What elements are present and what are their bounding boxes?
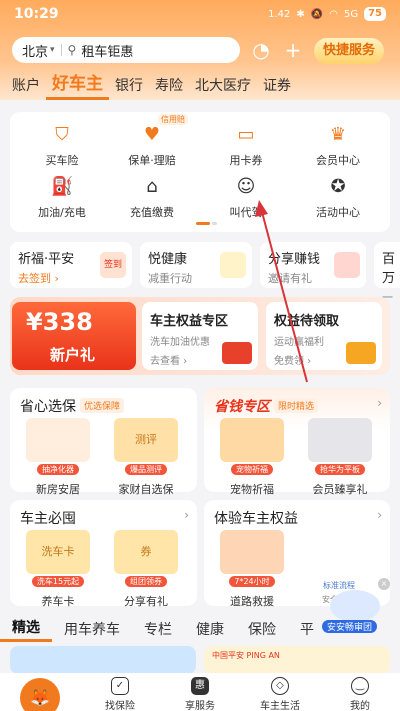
feed-tab-featured[interactable]: 精选 (0, 616, 52, 642)
driver-icon: ☺ (236, 176, 256, 197)
tab-bank[interactable]: 银行 (109, 75, 149, 95)
hui-icon: 惠 (191, 677, 209, 695)
ticket-icon: ▭ (237, 124, 255, 145)
section-owner-must-have[interactable]: 车主必囤 › 洗车卡 洗车15元起 养车卡 券组团领券 分享有礼 (10, 500, 197, 609)
section-title: 省心选保 (20, 399, 76, 415)
fuel-pump-icon: ⛽ (51, 176, 74, 197)
section-save-money[interactable]: 省钱专区 限时精选 › 宠物祈福 宠物祈福 抢华为平板 会员臻享礼 (204, 388, 390, 496)
owner-benefits-box[interactable]: 车主权益专区 洗车加油优惠 去查看 › (142, 302, 258, 370)
crown-icon: ♛ (329, 124, 347, 145)
close-icon[interactable]: × (378, 578, 390, 590)
network-type: 5G (343, 8, 359, 20)
gift-art (334, 252, 360, 278)
tab-good-car-owner[interactable]: 好车主 (46, 70, 109, 100)
top-tabs: 账户 好车主 银行 寿险 北大医疗 证券 (0, 70, 400, 100)
compass-icon: ◇ (271, 677, 289, 695)
feed-tab-more[interactable]: 平 (288, 619, 326, 639)
section-title: 体验车主权益 (214, 511, 298, 527)
chevron-down-icon: ▾ (50, 45, 55, 55)
new-user-gift[interactable]: ¥338 新户礼 (12, 302, 136, 370)
hand-heart-icon: ♥ (143, 124, 161, 145)
section-title: 省钱专区 (214, 399, 270, 415)
item-member-gift[interactable]: 抢华为平板 会员臻享礼 (300, 418, 380, 497)
status-time: 10:29 (14, 6, 59, 22)
item-new-home[interactable]: 抽净化器 新房安居 (18, 418, 98, 497)
quick-service-button[interactable]: 快捷服务 (314, 38, 384, 64)
sign-in-art: 签到 (100, 252, 126, 278)
pending-benefits-box[interactable]: 权益待领取 运动赢福利 免费领 › (266, 302, 382, 370)
grid-designated-driver[interactable]: ☺ 叫代驾 (206, 176, 286, 220)
section-title: 车主必囤 (20, 511, 76, 527)
pager-dot (212, 222, 217, 225)
gift-label: 新户礼 (50, 346, 96, 364)
bluetooth-icon: ✱ (296, 8, 305, 20)
chevron-right-icon: › (184, 508, 189, 522)
search-placeholder: 租车钜惠 (81, 44, 134, 60)
message-icon[interactable]: ◔ (250, 39, 272, 61)
grid-coupons[interactable]: ▭ 用卡券 (206, 124, 286, 168)
battery-indicator: 75 (364, 7, 386, 21)
grid-recharge[interactable]: ⌂ 充值缴费 (112, 176, 192, 220)
mute-icon: 🔕 (310, 8, 324, 20)
mini-card-blessing[interactable]: 祈福·平安 去签到 › 签到 (10, 242, 132, 288)
home-yen-icon: ⌂ (146, 176, 158, 197)
feed-card[interactable]: 中国平安 PING AN (204, 646, 390, 674)
grid-fuel-charge[interactable]: ⛽ 加油/充电 (22, 176, 102, 220)
star-circle-icon: ✪ (330, 176, 346, 197)
item-pet-blessing[interactable]: 宠物祈福 宠物祈福 (212, 418, 292, 497)
gift-amount: ¥338 (26, 308, 93, 336)
grid-member-center[interactable]: ♛ 会员中心 (298, 124, 378, 168)
credit-badge: 信用赔 (158, 114, 188, 125)
item-share-gift[interactable]: 券组团领券 分享有礼 (106, 530, 186, 609)
grid-buy-insurance[interactable]: ⛉ 买车险 (22, 124, 102, 168)
search-icon: ⚲ (67, 43, 77, 57)
chevron-right-icon: › (377, 396, 382, 410)
tab-medical[interactable]: 北大医疗 (189, 75, 257, 95)
feed-card[interactable] (10, 646, 196, 674)
item-road-rescue[interactable]: 7*24小时 道路救援 (212, 530, 292, 609)
pager-dot-active (196, 222, 210, 225)
feed-tab-column[interactable]: 专栏 (132, 619, 184, 639)
section-tag: 优选保障 (80, 398, 125, 413)
shield-icon: ✓ (111, 677, 129, 695)
feed-tab-health[interactable]: 健康 (184, 619, 236, 639)
bottom-nav: ✓ 找保险 惠享服务 ◇ 车主生活 ‿ 我的 (0, 673, 400, 711)
grid-policy-claim[interactable]: 信用赔 ♥ 保单·理赔 (112, 114, 192, 168)
mini-card-health[interactable]: 悦健康 减重行动 (140, 242, 252, 288)
network-speed: 1.42 (268, 8, 291, 20)
add-icon[interactable]: + (282, 39, 304, 61)
tab-life-insurance[interactable]: 寿险 (149, 75, 189, 95)
tab-account[interactable]: 账户 (6, 75, 46, 95)
nav-owner-life[interactable]: ◇ 车主生活 (240, 673, 320, 711)
feed-tab-car-care[interactable]: 用车养车 (52, 619, 132, 639)
service-grid: ⛉ 买车险 信用赔 ♥ 保单·理赔 ▭ 用卡券 ♛ 会员中心 ⛽ 加油/充电 ⌂ 充值缴费 ☺… (10, 112, 390, 232)
search-bar[interactable]: 北京 ▾ ⚲ 租车钜惠 (12, 37, 240, 63)
gift-box-icon (222, 342, 252, 364)
nav-find-insurance[interactable]: ✓ 找保险 (80, 673, 160, 711)
item-car-care-card[interactable]: 洗车卡 洗车15元起 养车卡 (18, 530, 98, 609)
grid-activity-center[interactable]: ✪ 活动中心 (298, 176, 378, 220)
city-selector[interactable]: 北京 (22, 41, 48, 60)
coin-icon (346, 342, 376, 364)
section-tag: 限时精选 (274, 398, 319, 413)
mini-card-more[interactable]: 百万 一 (374, 242, 400, 304)
nav-mine[interactable]: ‿ 我的 (320, 673, 400, 711)
fox-mascot-icon[interactable]: 🦊 (20, 678, 60, 711)
tab-securities[interactable]: 证券 (257, 75, 297, 95)
mini-card-share[interactable]: 分享赚钱 邀请有礼 (260, 242, 366, 288)
section-worry-free[interactable]: 省心选保 优选保障 抽净化器 新房安居 测评 爆品测评 家财自选保 (10, 388, 197, 496)
nav-services[interactable]: 惠享服务 (160, 673, 240, 711)
item-home-property[interactable]: 测评 爆品测评 家财自选保 (106, 418, 186, 497)
smile-icon: ‿ (351, 677, 369, 695)
feed-tabs: 精选 用车养车 专栏 健康 保险 平 (0, 615, 400, 643)
wifi-icon: ◠ (329, 8, 338, 20)
status-bar: 10:29 1.42 ✱ 🔕 ◠ 5G 75 (0, 0, 400, 28)
chevron-right-icon: › (377, 508, 382, 522)
feed-tab-insurance[interactable]: 保险 (236, 619, 288, 639)
health-art (220, 252, 246, 278)
shield-check-icon: ⛉ (55, 124, 69, 145)
